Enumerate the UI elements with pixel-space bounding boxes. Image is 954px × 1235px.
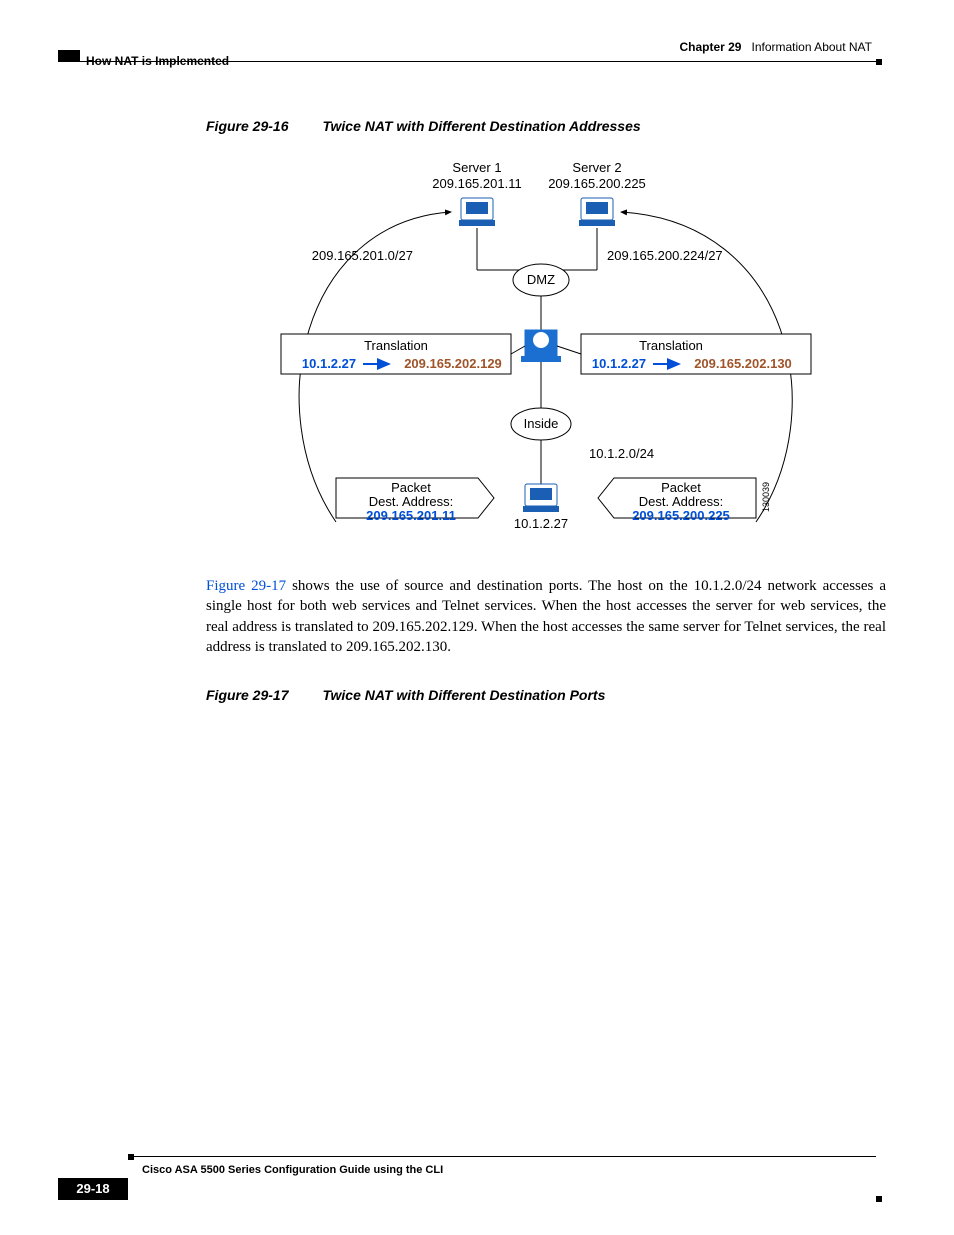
server2-label: Server 2 <box>572 160 621 175</box>
header-right: Chapter 29 Information About NAT <box>679 40 872 54</box>
server2-ip: 209.165.200.225 <box>548 176 646 191</box>
footer-rule <box>134 1156 876 1157</box>
figure-16-number: Figure 29-16 <box>206 118 288 134</box>
figure-id: 130039 <box>761 482 771 512</box>
server1-ip: 209.165.201.11 <box>432 176 521 191</box>
figure-16-caption: Figure 29-16 Twice NAT with Different Des… <box>206 118 886 134</box>
figure-17-link[interactable]: Figure 29-17 <box>206 578 286 594</box>
translation-right-to: 209.165.202.130 <box>694 356 792 371</box>
chapter-no: Chapter 29 <box>679 40 741 54</box>
figure-17-title: Twice NAT with Different Destination Por… <box>322 687 605 703</box>
packet-right-l2: Dest. Address: <box>639 494 724 509</box>
dmz-label: DMZ <box>527 272 555 287</box>
inside-label: Inside <box>524 416 559 431</box>
section-title: How NAT is Implemented <box>86 54 229 68</box>
host-ip: 10.1.2.27 <box>514 516 568 531</box>
packet-left-l2: Dest. Address: <box>369 494 454 509</box>
server-icon <box>459 198 495 226</box>
section-marker <box>58 50 80 62</box>
packet-right-l1: Packet <box>661 480 701 495</box>
footer-marker-right <box>876 1196 882 1202</box>
footer-guide: Cisco ASA 5500 Series Configuration Guid… <box>142 1164 443 1176</box>
figure-16-diagram: Server 1 209.165.201.11 Server 2 209.165… <box>271 152 821 562</box>
net-right: 209.165.200.224/27 <box>607 248 723 263</box>
body-paragraph: Figure 29-17 shows the use of source and… <box>206 576 886 657</box>
server-icon <box>579 198 615 226</box>
translation-left-from: 10.1.2.27 <box>302 356 356 371</box>
net-left: 209.165.201.0/27 <box>312 248 413 263</box>
host-icon <box>523 484 559 512</box>
page-number: 29-18 <box>58 1178 128 1200</box>
firewall-icon <box>521 330 561 362</box>
paragraph-text: shows the use of source and destination … <box>206 578 886 655</box>
packet-right-l3: 209.165.200.225 <box>632 508 730 523</box>
chapter-title: Information About NAT <box>751 40 872 54</box>
figure-16-title: Twice NAT with Different Destination Add… <box>322 118 640 134</box>
translation-left-title: Translation <box>364 338 428 353</box>
translation-right-from: 10.1.2.27 <box>592 356 646 371</box>
link <box>557 346 581 354</box>
server1-label: Server 1 <box>452 160 501 175</box>
packet-left-l3: 209.165.201.11 <box>366 508 456 523</box>
translation-left-to: 209.165.202.129 <box>404 356 502 371</box>
inside-net: 10.1.2.0/24 <box>589 446 654 461</box>
figure-17-number: Figure 29-17 <box>206 687 288 703</box>
footer-marker <box>128 1154 134 1160</box>
link <box>511 346 525 354</box>
packet-left-l1: Packet <box>391 480 431 495</box>
figure-17-caption: Figure 29-17 Twice NAT with Different Des… <box>206 687 886 703</box>
header-marker-right <box>876 59 882 65</box>
translation-right-title: Translation <box>639 338 703 353</box>
